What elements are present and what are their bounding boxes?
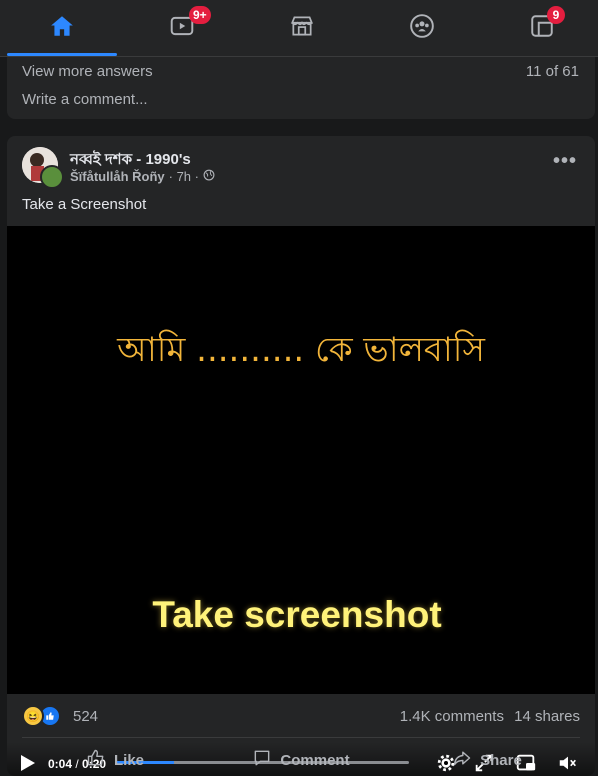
comment-icon — [252, 748, 272, 772]
post-actions: Like Comment Share — [22, 746, 580, 774]
post-meta: Šïfåtullåh Řoñy · 7h · — [70, 169, 215, 184]
comments-count[interactable]: 1.4K comments — [400, 708, 504, 725]
nav-home[interactable] — [7, 0, 117, 56]
marketplace-icon — [289, 13, 315, 43]
like-button[interactable]: Like — [22, 746, 208, 774]
share-label: Share — [480, 751, 522, 769]
post-stats: 1.4K comments 14 shares — [400, 708, 580, 725]
haha-reaction-icon: 😆 — [22, 705, 44, 727]
watch-badge: 9+ — [189, 6, 211, 24]
write-comment-input[interactable]: Write a comment... — [22, 91, 148, 108]
author-name[interactable]: Šïfåtullåh Řoñy — [70, 169, 165, 184]
comment-button[interactable]: Comment — [208, 746, 394, 774]
nav-groups[interactable] — [367, 0, 477, 56]
shares-count[interactable]: 14 shares — [514, 708, 580, 725]
nav-marketplace[interactable] — [247, 0, 357, 56]
nav-menu[interactable]: 9 — [487, 0, 597, 56]
previous-post-comments: View more answers 11 of 61 Write a comme… — [7, 57, 595, 119]
video-overlay-text-bengali: আমি .......... কে ভালবাসি — [117, 330, 485, 370]
like-label: Like — [113, 751, 144, 769]
reaction-count: 524 — [73, 707, 99, 725]
video-player[interactable]: আমি .......... কে ভালবাসি Take screensho… — [7, 226, 595, 776]
share-button[interactable]: Share — [394, 746, 580, 774]
menu-badge: 9 — [547, 6, 565, 24]
more-options-icon[interactable]: ••• — [553, 150, 577, 173]
globe-icon — [203, 169, 215, 184]
nav-watch[interactable]: 9+ — [127, 0, 237, 56]
post-caption: Take a Screenshot — [22, 196, 147, 213]
home-icon — [49, 13, 75, 43]
groups-icon — [409, 13, 435, 43]
video-overlay-text-english: Take screenshot — [152, 594, 442, 635]
thumbs-up-icon — [86, 748, 106, 772]
author-avatar[interactable] — [40, 165, 64, 189]
view-more-answers-link[interactable]: View more answers — [22, 63, 153, 80]
share-icon — [452, 748, 472, 772]
post-time[interactable]: · 7h · — [169, 169, 199, 184]
post-card: নব্বই দশক - 1990's Šïfåtullåh Řoñy · 7h … — [7, 136, 595, 776]
comment-label: Comment — [280, 751, 350, 769]
divider — [22, 737, 580, 738]
reactions-summary[interactable]: 😆 524 — [22, 705, 98, 727]
top-navigation: 9+ 9 — [0, 0, 598, 57]
comment-count-indicator: 11 of 61 — [525, 63, 579, 80]
